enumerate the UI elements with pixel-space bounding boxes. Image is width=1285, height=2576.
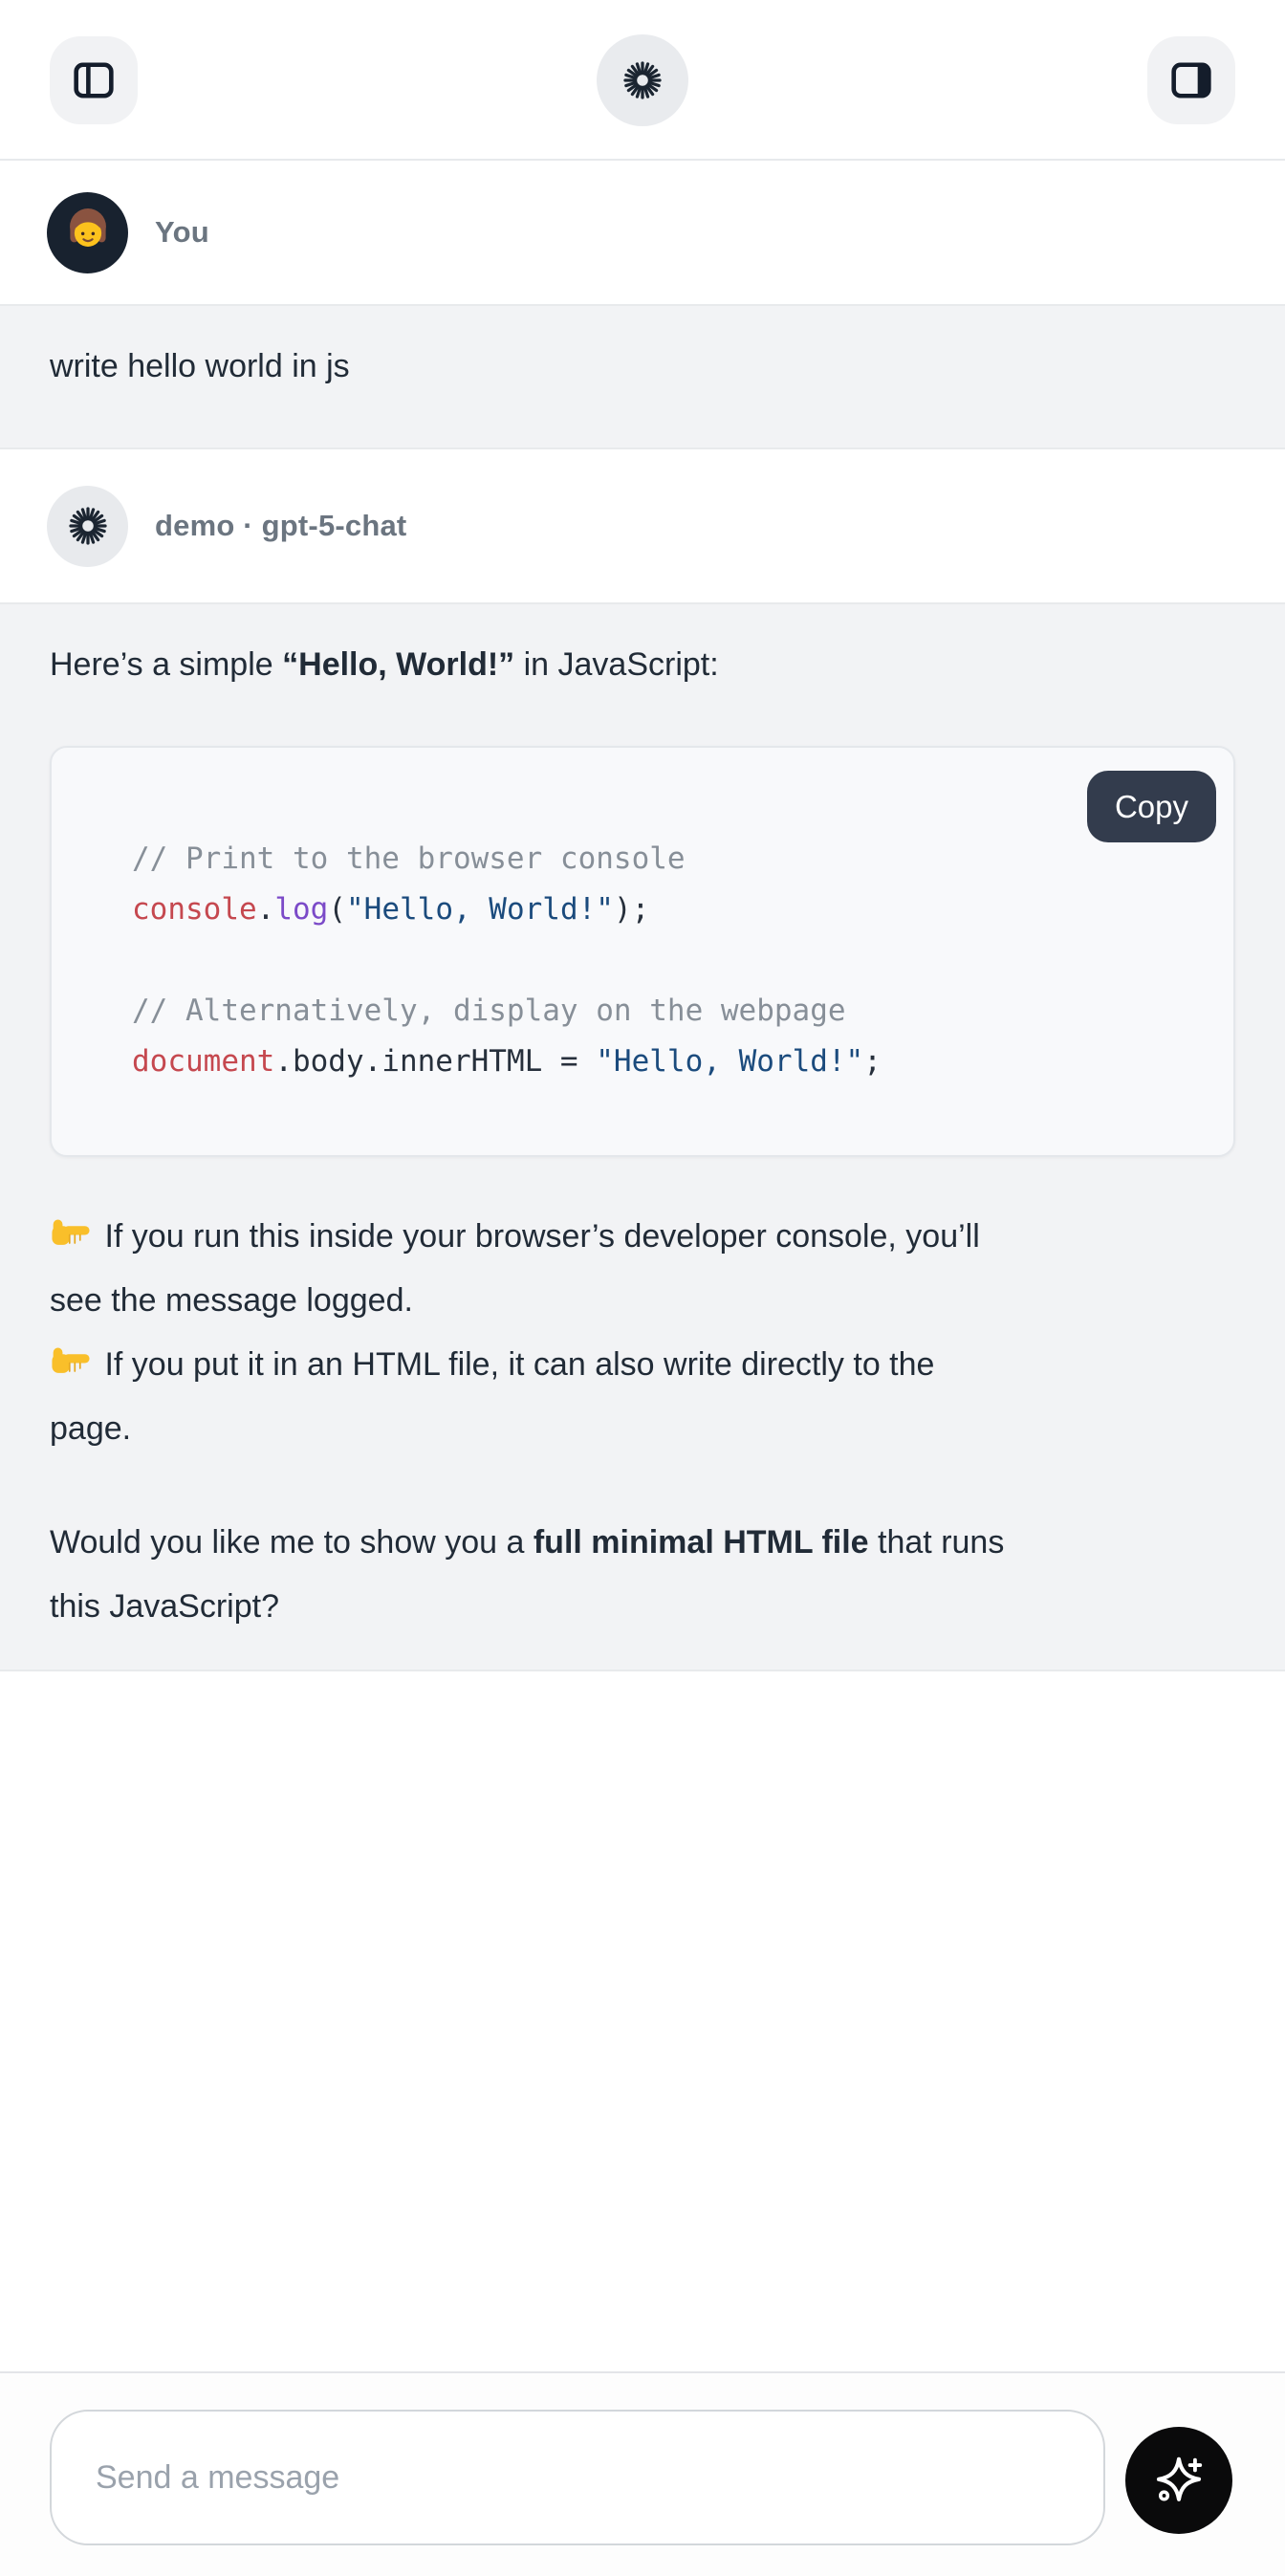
code-block: Copy // Print to the browser console cons… — [50, 746, 1235, 1157]
text-segment: If you put it in an HTML file, it can al… — [104, 1346, 934, 1383]
message-input[interactable] — [50, 2410, 1105, 2545]
user-name-label: You — [155, 215, 209, 250]
code-content: // Print to the browser console console.l… — [52, 748, 1233, 1087]
message-composer — [0, 2371, 1285, 2576]
send-button[interactable] — [1125, 2427, 1232, 2534]
text-segment: Here’s a simple — [50, 646, 282, 683]
starburst-logo-icon — [621, 58, 664, 102]
code-token: console — [132, 892, 257, 927]
code-line: // Alternatively, display on the webpage — [132, 986, 1214, 1037]
user-message-header: You — [0, 161, 1285, 304]
code-token: .body.innerHTML = — [274, 1044, 596, 1079]
chat-app: You write hello world in js — [0, 0, 1285, 2576]
copy-code-button[interactable]: Copy — [1087, 771, 1216, 842]
text-segment: “Hello, World!” — [282, 646, 514, 683]
assistant-intro-text: Here’s a simple “Hello, World!” in JavaS… — [50, 604, 1235, 687]
code-line: // Print to the browser console — [132, 834, 1214, 884]
code-line: console.log("Hello, World!"); — [132, 884, 1214, 935]
code-token: "Hello, World!" — [346, 892, 614, 927]
code-token: ); — [614, 892, 649, 927]
code-token: . — [257, 892, 275, 927]
person-emoji-icon — [58, 203, 118, 262]
panel-right-icon — [1167, 56, 1215, 104]
point-right-emoji — [50, 1340, 92, 1382]
starburst-avatar-icon — [66, 504, 110, 548]
text-segment: this JavaScript? — [50, 1588, 279, 1625]
point-right-emoji — [50, 1212, 92, 1254]
code-token: // Print to the browser console — [132, 841, 686, 876]
user-message: write hello world in js — [0, 304, 1285, 449]
text-segment: Would you like me to show you a — [50, 1524, 534, 1561]
sidebar-toggle-button[interactable] — [50, 36, 138, 124]
text-segment: full minimal HTML file — [534, 1524, 869, 1561]
code-token: "Hello, World!" — [596, 1044, 863, 1079]
assistant-message-header: demo · gpt-5-chat — [0, 449, 1285, 602]
code-token: // Alternatively, display on the webpage — [132, 993, 846, 1028]
assistant-paragraph: If you run this inside your browser’s de… — [50, 1205, 1235, 1461]
model-avatar — [47, 486, 128, 567]
sparkles-icon — [1151, 2453, 1207, 2508]
text-segment: page. — [50, 1410, 131, 1447]
code-token: ; — [863, 1044, 882, 1079]
chat-empty-space — [0, 1671, 1285, 2371]
code-line — [132, 935, 1214, 986]
code-token: ( — [328, 892, 346, 927]
top-bar — [0, 0, 1285, 161]
panel-left-icon — [70, 56, 118, 104]
text-segment: that runs — [869, 1524, 1005, 1561]
text-segment: If you run this inside your browser’s de… — [104, 1218, 979, 1255]
code-token: log — [274, 892, 328, 927]
code-token: document — [132, 1044, 274, 1079]
app-logo-button[interactable] — [597, 34, 688, 126]
assistant-paragraph: Would you like me to show you a full min… — [50, 1511, 1235, 1639]
text-segment: in JavaScript: — [514, 646, 719, 683]
text-segment: see the message logged. — [50, 1282, 413, 1319]
right-panel-toggle-button[interactable] — [1147, 36, 1235, 124]
user-message-text: write hello world in js — [50, 348, 350, 384]
code-line: document.body.innerHTML = "Hello, World!… — [132, 1037, 1214, 1087]
model-name-label: demo · gpt-5-chat — [155, 509, 406, 543]
assistant-message: Here’s a simple “Hello, World!” in JavaS… — [0, 602, 1285, 1671]
user-avatar — [47, 192, 128, 273]
